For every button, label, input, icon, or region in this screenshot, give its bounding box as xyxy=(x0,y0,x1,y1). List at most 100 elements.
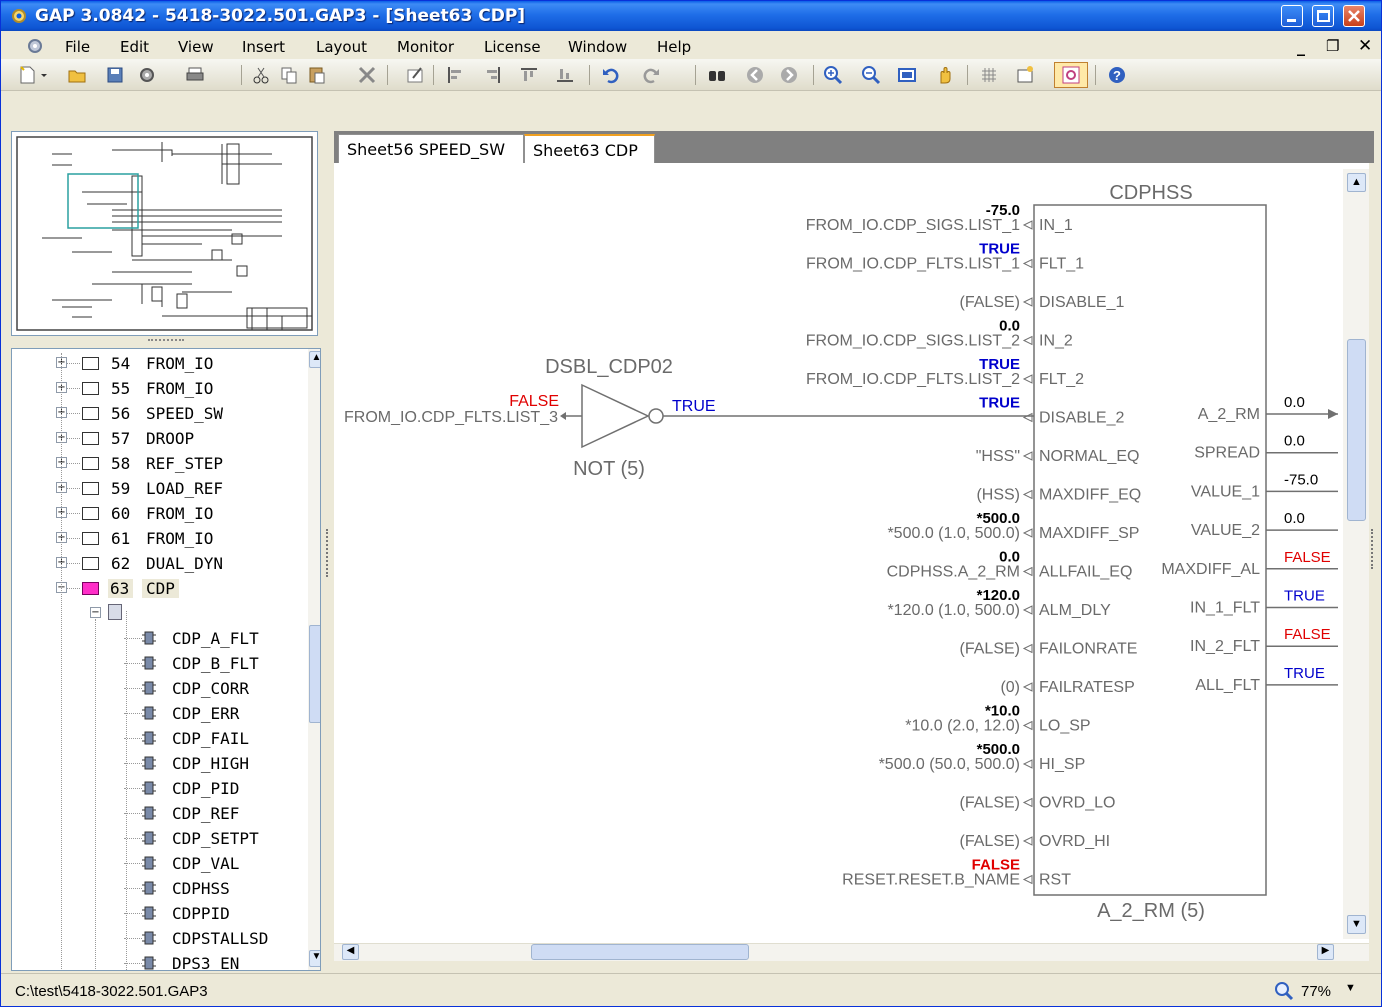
hss-input-source[interactable]: (FALSE) xyxy=(960,294,1020,311)
align-right-icon[interactable] xyxy=(483,65,503,85)
document-gear-icon[interactable] xyxy=(26,37,44,55)
doc-minimize-button[interactable]: _ xyxy=(1297,37,1305,56)
tree-blocks-node[interactable]: − xyxy=(12,601,296,626)
hss-input-pin[interactable]: RST xyxy=(1039,872,1071,889)
scroll-down-button[interactable]: ▼ xyxy=(309,950,320,967)
menu-license[interactable]: License xyxy=(484,38,541,56)
hss-input-pin[interactable]: ALM_DLY xyxy=(1039,602,1111,619)
hss-input-pin[interactable]: FLT_1 xyxy=(1039,256,1084,273)
menu-insert[interactable]: Insert xyxy=(242,38,285,56)
maximize-button[interactable] xyxy=(1312,5,1334,27)
hss-input-source[interactable]: FROM_IO.CDP_FLTS.LIST_1 xyxy=(806,256,1020,273)
hss-input-source[interactable]: (HSS) xyxy=(976,487,1020,504)
tree-sheet-item[interactable]: −63 CDP xyxy=(12,576,296,601)
tab-sheet56[interactable]: Sheet56 SPEED_SW xyxy=(338,134,524,163)
hss-input-pin[interactable]: NORMAL_EQ xyxy=(1039,448,1139,465)
canvas-scroll-up-button[interactable]: ▲ xyxy=(1347,173,1366,192)
tree-block-item[interactable]: CDPSTALLSD xyxy=(12,926,296,951)
zoom-level[interactable]: 77% xyxy=(1301,983,1331,1000)
redo-icon[interactable] xyxy=(641,65,661,85)
open-icon[interactable] xyxy=(67,65,87,85)
build-icon[interactable] xyxy=(137,65,157,85)
copy-icon[interactable] xyxy=(279,65,299,85)
diagram-svg[interactable]: DSBL_CDP02 NOT (5) FROM_IO.CDP_FLTS.LIST_3… xyxy=(334,163,1339,943)
menu-window[interactable]: Window xyxy=(568,38,627,56)
hss-input-pin[interactable]: ALLFAIL_EQ xyxy=(1039,564,1132,581)
canvas-hscroll-thumb[interactable] xyxy=(531,944,749,960)
tree-block-item[interactable]: CDP_ERR xyxy=(12,701,296,726)
tree-block-item[interactable]: DPS3_EN xyxy=(12,951,296,970)
hss-input-pin[interactable]: OVRD_HI xyxy=(1039,833,1110,850)
canvas-horizontal-scrollbar[interactable]: ◀ ▶ xyxy=(334,943,1369,961)
paste-icon[interactable] xyxy=(307,65,327,85)
back-icon[interactable] xyxy=(745,65,765,85)
tree-block-item[interactable]: CDP_SETPT xyxy=(12,826,296,851)
zoom-out-icon[interactable] xyxy=(861,65,881,85)
menu-monitor[interactable]: Monitor xyxy=(397,38,454,56)
tree-sheet-item[interactable]: +62 DUAL_DYN xyxy=(12,551,296,576)
align-bottom-icon[interactable] xyxy=(555,65,575,85)
hss-input-source[interactable]: *500.0 (50.0, 500.0) xyxy=(879,756,1020,773)
tree-block-item[interactable]: CDP_REF xyxy=(12,801,296,826)
not-gate-symbol[interactable] xyxy=(581,383,650,449)
hss-output-pin[interactable]: VALUE_1 xyxy=(1191,483,1260,500)
hss-input-source[interactable]: FROM_IO.CDP_SIGS.LIST_2 xyxy=(806,333,1020,350)
hss-input-source[interactable]: FROM_IO.CDP_FLTS.LIST_2 xyxy=(806,371,1020,388)
hss-output-pin[interactable]: VALUE_2 xyxy=(1191,522,1260,539)
tree-sheet-item[interactable]: +61 FROM_IO xyxy=(12,526,296,551)
tree-block-item[interactable]: CDP_HIGH xyxy=(12,751,296,776)
hss-input-pin[interactable]: FLT_2 xyxy=(1039,371,1084,388)
hss-output-pin[interactable]: IN_2_FLT xyxy=(1190,638,1260,655)
overview-panel[interactable] xyxy=(11,131,318,336)
canvas-scroll-right-button[interactable]: ▶ xyxy=(1317,944,1334,960)
tree-block-item[interactable]: CDPPID xyxy=(12,901,296,926)
tree-block-item[interactable]: CDPHSS xyxy=(12,876,296,901)
not-input-source[interactable]: FROM_IO.CDP_FLTS.LIST_3 xyxy=(344,409,558,426)
menu-view[interactable]: View xyxy=(178,38,214,56)
sheet-tree[interactable]: +54 FROM_IO +55 FROM_IO +56 SPEED_SW +57 DROOP +… xyxy=(11,348,321,971)
undo-icon[interactable] xyxy=(601,65,621,85)
hss-input-pin[interactable]: DISABLE_2 xyxy=(1039,410,1124,427)
tree-block-item[interactable]: CDP_CORR xyxy=(12,676,296,701)
hss-input-source[interactable]: RESET.RESET.B_NAME xyxy=(842,872,1020,889)
doc-close-button[interactable]: ✕ xyxy=(1358,36,1372,56)
close-button[interactable] xyxy=(1343,5,1365,27)
doc-restore-button[interactable]: ❐ xyxy=(1326,37,1339,55)
hss-input-pin[interactable]: OVRD_LO xyxy=(1039,795,1115,812)
align-left-icon[interactable] xyxy=(445,65,465,85)
collapse-icon[interactable]: − xyxy=(90,607,101,618)
title-bar[interactable]: GAP 3.0842 - 5418-3022.501.GAP3 - [Sheet… xyxy=(1,1,1381,31)
hss-input-source[interactable]: *10.0 (2.0, 12.0) xyxy=(905,718,1020,735)
hss-input-source[interactable]: FROM_IO.CDP_SIGS.LIST_1 xyxy=(806,217,1020,234)
tree-sheet-item[interactable]: +58 REF_STEP xyxy=(12,451,296,476)
hss-input-source[interactable]: "HSS" xyxy=(976,448,1020,465)
hss-input-pin[interactable]: MAXDIFF_SP xyxy=(1039,525,1139,542)
tree-sheet-item[interactable]: +54 FROM_IO xyxy=(12,351,296,376)
tree-scrollbar[interactable]: ▲ ▼ xyxy=(308,349,320,970)
pan-hand-icon[interactable] xyxy=(935,65,955,85)
zoom-icon[interactable] xyxy=(1273,980,1295,1002)
overview-minimap[interactable] xyxy=(12,132,317,335)
minimize-button[interactable] xyxy=(1281,5,1303,27)
hss-output-pin[interactable]: MAXDIFF_AL xyxy=(1161,561,1260,578)
hss-input-source[interactable]: (FALSE) xyxy=(960,833,1020,850)
hss-input-pin[interactable]: IN_1 xyxy=(1039,217,1073,234)
hss-output-pin[interactable]: SPREAD xyxy=(1194,445,1260,462)
forward-icon[interactable] xyxy=(779,65,799,85)
hss-input-pin[interactable]: LO_SP xyxy=(1039,718,1091,735)
find-icon[interactable] xyxy=(707,65,727,85)
zoom-in-icon[interactable] xyxy=(823,65,843,85)
tree-block-item[interactable]: CDP_A_FLT xyxy=(12,626,296,651)
hss-input-source[interactable]: (FALSE) xyxy=(960,641,1020,658)
zoom-dropdown-icon[interactable]: ▼ xyxy=(1345,982,1356,994)
panel-splitter-grip[interactable] xyxy=(148,339,184,344)
new-sheet-icon[interactable] xyxy=(1015,65,1035,85)
hss-input-pin[interactable]: IN_2 xyxy=(1039,333,1073,350)
new-dropdown-icon[interactable] xyxy=(39,65,49,85)
save-icon[interactable] xyxy=(105,65,125,85)
canvas-vertical-scrollbar[interactable]: ▲ ▼ xyxy=(1343,169,1369,939)
fit-icon[interactable] xyxy=(897,65,917,85)
diagram-canvas[interactable]: DSBL_CDP02 NOT (5) FROM_IO.CDP_FLTS.LIST_3… xyxy=(334,163,1369,943)
hss-output-pin[interactable]: IN_1_FLT xyxy=(1190,600,1260,617)
monitor-toggle-button[interactable] xyxy=(1054,62,1088,88)
